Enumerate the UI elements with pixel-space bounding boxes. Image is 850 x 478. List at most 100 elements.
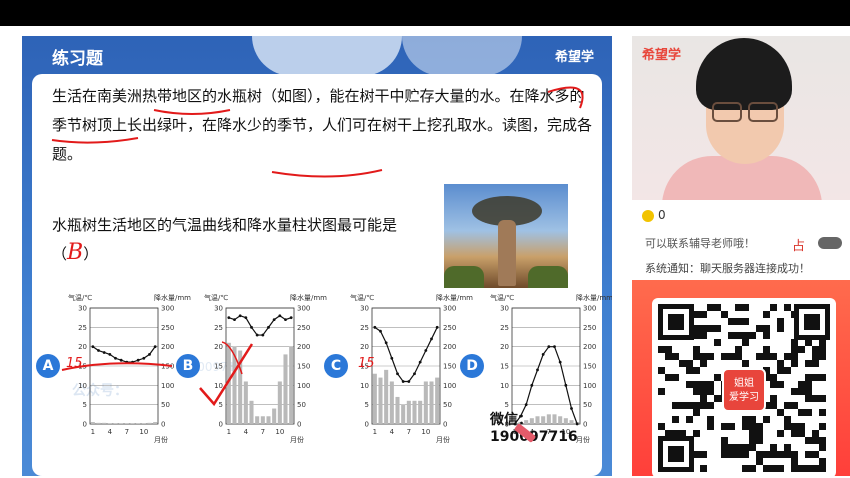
qr-module xyxy=(728,444,735,451)
qr-module xyxy=(693,353,700,360)
qr-module xyxy=(707,402,714,409)
qr-module xyxy=(805,409,812,416)
qr-module xyxy=(735,304,742,311)
qr-module xyxy=(763,451,770,458)
qr-module xyxy=(784,353,791,360)
qr-module xyxy=(763,346,770,353)
qr-module xyxy=(742,360,749,367)
qr-module xyxy=(672,353,679,360)
qr-module xyxy=(777,451,784,458)
qr-module xyxy=(805,381,812,388)
slide-title: 练习题 xyxy=(52,49,103,69)
qr-module xyxy=(749,465,756,472)
qr-module xyxy=(798,388,805,395)
like-counter[interactable]: 0 xyxy=(642,208,666,222)
qr-module xyxy=(805,451,812,458)
qr-module xyxy=(791,353,798,360)
qr-module xyxy=(770,402,777,409)
qr-module xyxy=(784,304,791,311)
qr-module xyxy=(721,353,728,360)
qr-module xyxy=(686,360,693,367)
qr-module xyxy=(819,465,826,472)
qr-module xyxy=(749,423,756,430)
qr-module xyxy=(819,339,826,346)
qr-module xyxy=(728,423,735,430)
qr-module xyxy=(707,423,714,430)
qr-module xyxy=(672,374,679,381)
qr-module xyxy=(721,423,728,430)
qr-module xyxy=(819,374,826,381)
qr-module xyxy=(693,325,700,332)
qr-module xyxy=(707,325,714,332)
qr-module xyxy=(693,381,700,388)
qr-module xyxy=(777,360,784,367)
teacher-camera: 希望学 xyxy=(632,36,850,200)
qr-module xyxy=(777,318,784,325)
qr-module xyxy=(700,325,707,332)
qr-module xyxy=(770,381,777,388)
qr-module xyxy=(700,402,707,409)
qr-module xyxy=(812,360,819,367)
qr-module xyxy=(819,409,826,416)
chat-toggle[interactable] xyxy=(818,237,842,249)
qr-module xyxy=(686,367,693,374)
qr-module xyxy=(728,332,735,339)
qr-module xyxy=(812,353,819,360)
qr-module xyxy=(714,325,721,332)
qr-module xyxy=(819,437,826,444)
qr-module xyxy=(658,346,665,353)
qr-module xyxy=(805,339,812,346)
qr-module xyxy=(763,332,770,339)
qr-module xyxy=(763,353,770,360)
qr-module xyxy=(805,388,812,395)
qr-module xyxy=(777,325,784,332)
qr-module xyxy=(798,346,805,353)
camera-brand-logo: 希望学 xyxy=(642,48,682,63)
qr-module xyxy=(777,381,784,388)
question-card: 生活在南美洲热带地区的水瓶树（如图），能在树干中贮存大量的水。在降水多的季节树顶… xyxy=(32,74,612,476)
qr-module xyxy=(679,402,686,409)
qr-module xyxy=(798,381,805,388)
qr-module xyxy=(819,423,826,430)
qr-module xyxy=(805,360,812,367)
qr-module xyxy=(721,437,728,444)
qr-code[interactable]: 姐姐 爱学习 xyxy=(652,298,836,478)
qr-module xyxy=(735,332,742,339)
top-black-bar xyxy=(0,0,850,26)
qr-module xyxy=(756,325,763,332)
qr-module xyxy=(658,367,665,374)
qr-module xyxy=(819,444,826,451)
qr-module xyxy=(763,465,770,472)
qr-module xyxy=(707,353,714,360)
qr-module xyxy=(798,465,805,472)
qr-module xyxy=(812,395,819,402)
qr-module xyxy=(749,444,756,451)
qr-module xyxy=(791,423,798,430)
qr-module xyxy=(798,423,805,430)
qr-module xyxy=(812,437,819,444)
qr-module xyxy=(714,374,721,381)
qr-module xyxy=(707,304,714,311)
qr-module xyxy=(714,339,721,346)
qr-module xyxy=(784,402,791,409)
qr-module xyxy=(693,311,700,318)
qr-module xyxy=(742,444,749,451)
qr-finder xyxy=(804,314,820,330)
qr-module xyxy=(735,346,742,353)
qr-module xyxy=(742,451,749,458)
gift-icon[interactable]: 占 xyxy=(792,235,805,254)
qr-module xyxy=(812,465,819,472)
qr-module xyxy=(749,416,756,423)
qr-finder xyxy=(668,446,684,462)
qr-module xyxy=(791,339,798,346)
like-count: 0 xyxy=(658,208,666,222)
qr-module xyxy=(805,437,812,444)
qr-module xyxy=(665,353,672,360)
qr-module xyxy=(693,346,700,353)
qr-module xyxy=(714,304,721,311)
snow-mountain-decor xyxy=(402,36,522,76)
qr-module xyxy=(693,388,700,395)
system-notice: 系统通知：聊天服务器连接成功！ xyxy=(645,262,810,275)
qr-module xyxy=(665,430,672,437)
qr-module xyxy=(749,332,756,339)
